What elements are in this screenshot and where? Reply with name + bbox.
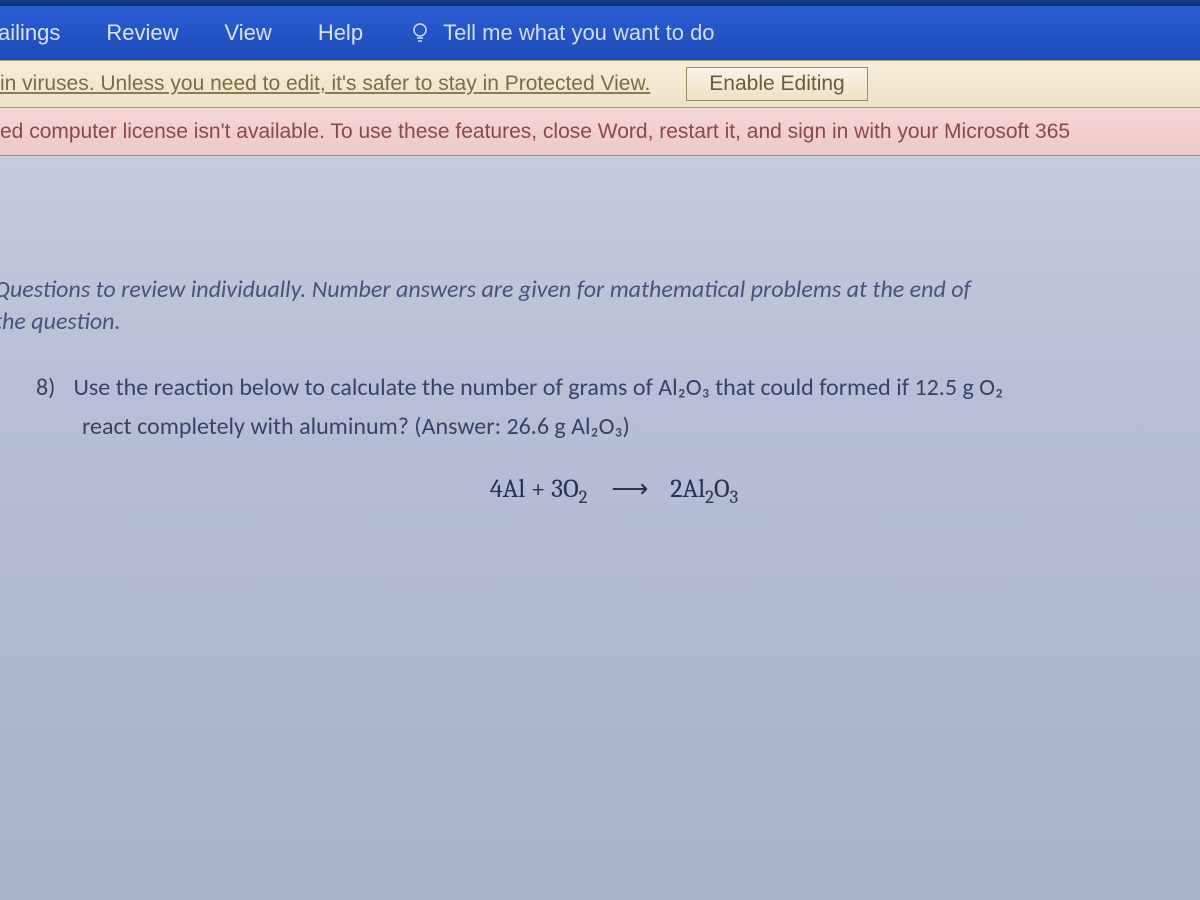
tab-help[interactable]: Help (314, 14, 367, 52)
ribbon-tabs-bar: ailings Review View Help Tell me what yo… (0, 6, 1200, 60)
license-warning-bar: ed computer license isn't available. To … (0, 108, 1200, 156)
question-number: 8) (36, 369, 55, 406)
question-8: 8) Use the reaction below to calculate th… (0, 369, 1200, 513)
question-text-line-2: react completely with aluminum? (Answer:… (82, 408, 1192, 445)
chemical-equation: 4Al + 3O2 ⟶ 2Al2O3 (36, 469, 1192, 512)
tab-review[interactable]: Review (102, 14, 182, 52)
intro-line-2: the question. (0, 307, 121, 336)
reaction-arrow-icon: ⟶ (611, 469, 646, 509)
equation-products: 2Al2O3 (670, 474, 738, 504)
intro-text: Questions to review individually. Number… (0, 274, 1200, 339)
lightbulb-icon (411, 22, 429, 44)
enable-editing-button[interactable]: Enable Editing (686, 67, 867, 101)
document-body: Questions to review individually. Number… (0, 156, 1200, 900)
tell-me-label: Tell me what you want to do (443, 20, 714, 46)
protected-view-message: in viruses. Unless you need to edit, it'… (0, 72, 650, 96)
intro-line-1: Questions to review individually. Number… (0, 275, 971, 304)
license-warning-message: ed computer license isn't available. To … (0, 120, 1070, 144)
tell-me-search[interactable]: Tell me what you want to do (411, 20, 714, 46)
equation-reactants: 4Al + 3O2 (490, 474, 588, 504)
protected-view-bar: in viruses. Unless you need to edit, it'… (0, 60, 1200, 108)
question-text-line-1: Use the reaction below to calculate the … (73, 373, 1003, 402)
tab-view[interactable]: View (221, 14, 276, 52)
tab-mailings[interactable]: ailings (0, 14, 64, 52)
